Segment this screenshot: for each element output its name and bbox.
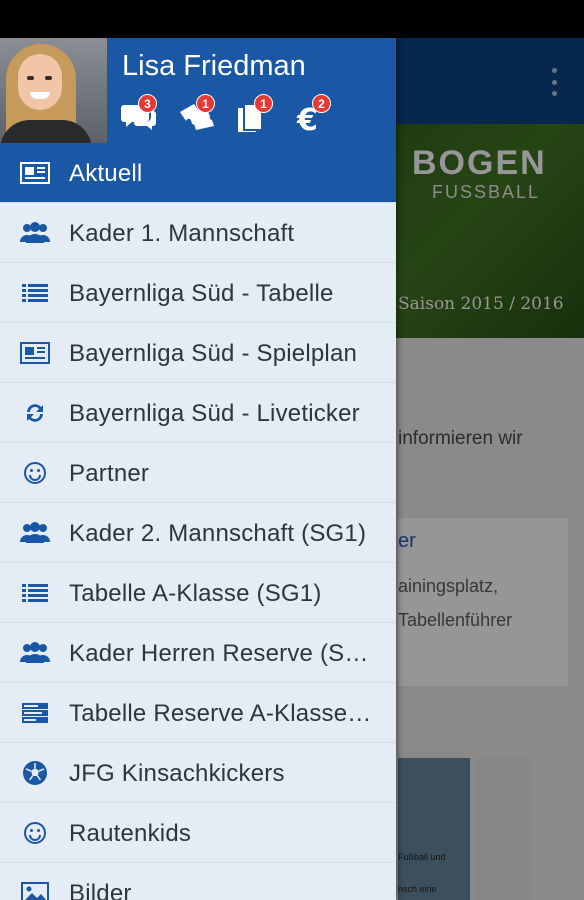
- messages-button[interactable]: 3: [118, 94, 158, 134]
- menu-item-tabelle-reserve[interactable]: Tabelle Reserve A-Klasse…: [0, 683, 396, 743]
- menu-item-label: Aktuell: [69, 160, 143, 187]
- menu-item-kader-herren-reserve[interactable]: Kader Herren Reserve (SG…: [0, 623, 396, 683]
- menu-item-bayernliga-spielplan[interactable]: Bayernliga Süd - Spielplan: [0, 323, 396, 383]
- status-bar: [0, 0, 584, 38]
- tickets-button[interactable]: 1: [176, 94, 216, 134]
- menu-item-label: Bayernliga Süd - Spielplan: [69, 340, 358, 367]
- drawer-header: Lisa Friedman 3 1 1 € 2: [0, 38, 396, 143]
- menu-item-tabelle-a-klasse[interactable]: Tabelle A-Klasse (SG1): [0, 563, 396, 623]
- avatar[interactable]: [0, 38, 107, 143]
- navigation-drawer: Lisa Friedman 3 1 1 € 2 Aktuell Kader 1.…: [0, 38, 396, 900]
- list-icon: [20, 281, 50, 305]
- menu-item-label: Bilder: [69, 880, 132, 900]
- menu-item-label: JFG Kinsachkickers: [69, 760, 285, 787]
- badge-count: 3: [138, 94, 157, 113]
- menu-item-bayernliga-tabelle[interactable]: Bayernliga Süd - Tabelle: [0, 263, 396, 323]
- soccer-ball-icon: [20, 761, 50, 785]
- smiley-icon: [20, 461, 50, 485]
- table-icon: [20, 701, 50, 725]
- badge-count: 2: [312, 94, 331, 113]
- menu-item-bayernliga-liveticker[interactable]: Bayernliga Süd - Liveticker: [0, 383, 396, 443]
- group-icon: [20, 221, 50, 245]
- notification-badges: 3 1 1 € 2: [118, 94, 358, 134]
- menu-item-bilder[interactable]: Bilder: [0, 863, 396, 900]
- list-icon: [20, 581, 50, 605]
- refresh-icon: [20, 401, 50, 425]
- menu-item-label: Tabelle Reserve A-Klasse…: [69, 700, 372, 727]
- menu-item-label: Kader 2. Mannschaft (SG1): [69, 520, 367, 547]
- payments-button[interactable]: € 2: [292, 94, 332, 134]
- menu-item-label: Rautenkids: [69, 820, 192, 847]
- badge-count: 1: [254, 94, 273, 113]
- badge-count: 1: [196, 94, 215, 113]
- newspaper-icon: [20, 161, 50, 185]
- menu-item-label: Bayernliga Süd - Tabelle: [69, 280, 334, 307]
- menu-item-label: Tabelle A-Klasse (SG1): [69, 580, 322, 607]
- menu-item-label: Kader Herren Reserve (SG…: [69, 640, 387, 667]
- smiley-icon: [20, 821, 50, 845]
- menu-item-partner[interactable]: Partner: [0, 443, 396, 503]
- group-icon: [20, 641, 50, 665]
- menu-item-jfg-kinsachkickers[interactable]: JFG Kinsachkickers: [0, 743, 396, 803]
- menu-item-kader-2[interactable]: Kader 2. Mannschaft (SG1): [0, 503, 396, 563]
- menu-item-aktuell[interactable]: Aktuell: [0, 143, 396, 203]
- group-icon: [20, 521, 50, 545]
- user-name: Lisa Friedman: [122, 50, 306, 82]
- menu-item-rautenkids[interactable]: Rautenkids: [0, 803, 396, 863]
- menu-item-label: Kader 1. Mannschaft: [69, 220, 295, 247]
- drawer-menu: Aktuell Kader 1. Mannschaft Bayernliga S…: [0, 143, 396, 900]
- image-icon: [20, 881, 50, 900]
- menu-item-label: Bayernliga Süd - Liveticker: [69, 400, 360, 427]
- newspaper-icon: [20, 341, 50, 365]
- menu-item-kader-1[interactable]: Kader 1. Mannschaft: [0, 203, 396, 263]
- menu-item-label: Partner: [69, 460, 150, 487]
- documents-button[interactable]: 1: [234, 94, 274, 134]
